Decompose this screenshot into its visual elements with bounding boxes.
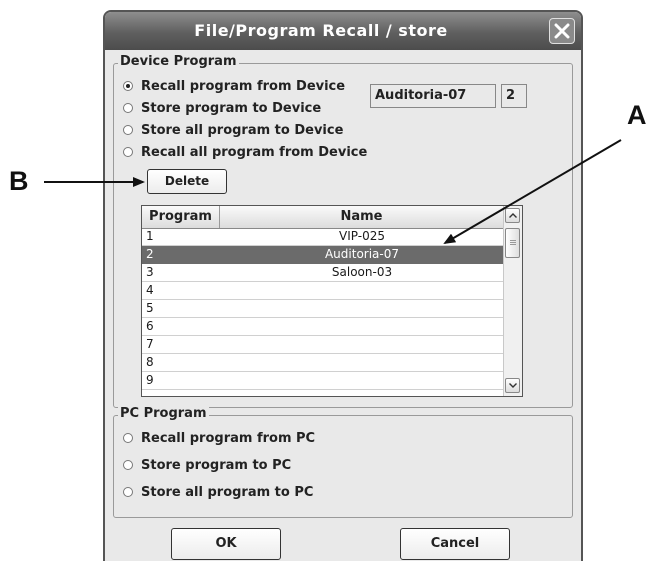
callout-arrow-a — [443, 139, 622, 245]
callout-arrows — [44, 139, 622, 245]
callout-label-a: A — [627, 100, 647, 130]
callout-label-b: B — [9, 166, 29, 196]
